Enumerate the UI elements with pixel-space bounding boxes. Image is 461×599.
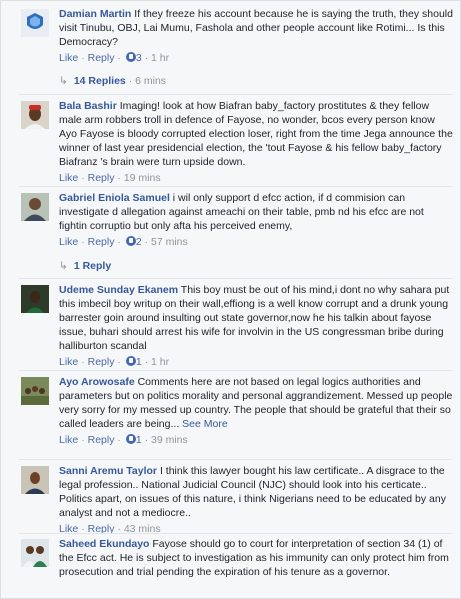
comments-panel: Damian Martin If they freeze his account…	[0, 0, 461, 599]
comment-body: Udeme Sunday Ekanem This boy must be out…	[59, 283, 453, 369]
author-link[interactable]: Sanni Aremu Taylor	[59, 465, 157, 477]
like-count[interactable]: 3	[136, 52, 142, 64]
like-link[interactable]: Like	[59, 356, 78, 368]
author-link[interactable]: Damian Martin	[59, 8, 131, 20]
comment-actions: Like · Reply · 1 · 39 mins	[59, 434, 188, 446]
reply-arrow-icon: ↳	[59, 260, 68, 272]
author-link[interactable]: Gabriel Eniola Samuel	[59, 192, 170, 204]
man-portrait-icon[interactable]	[21, 466, 49, 494]
comment-actions: Like · Reply · 19 mins	[59, 172, 161, 184]
author-link[interactable]: Ayo Arowosafe	[59, 376, 135, 388]
reply-arrow-icon: ↳	[59, 75, 68, 87]
divider	[19, 533, 452, 534]
like-link[interactable]: Like	[59, 236, 78, 248]
author-link[interactable]: Bala Bashir	[59, 100, 117, 112]
two-people-icon[interactable]	[21, 539, 49, 567]
like-count[interactable]: 2	[136, 236, 142, 248]
like-count[interactable]: 1	[136, 434, 142, 446]
reply-link[interactable]: Reply	[88, 172, 115, 184]
like-link[interactable]: Like	[59, 52, 78, 64]
divider	[19, 370, 452, 371]
divider	[19, 278, 452, 279]
replies-count[interactable]: 14 Replies	[74, 75, 126, 87]
comment-text: Imaging! look at how Biafran baby_factor…	[59, 100, 453, 168]
reply-link[interactable]: Reply	[88, 356, 115, 368]
man-red-cap-icon[interactable]	[21, 101, 49, 129]
portrait-icon[interactable]	[21, 193, 49, 221]
comment-body: Sanni Aremu Taylor I think this lawyer b…	[59, 464, 453, 536]
replies-count[interactable]: 1 Reply	[74, 260, 111, 272]
timestamp[interactable]: 57 mins	[151, 236, 188, 248]
divider	[19, 186, 452, 187]
comment-actions: Like · Reply · 2 · 57 mins	[59, 236, 188, 248]
like-icon	[125, 356, 136, 366]
timestamp[interactable]: 1 hr	[151, 52, 169, 64]
blue-shield-icon[interactable]	[21, 9, 49, 37]
comment-actions: Like · Reply · 43 mins	[59, 523, 161, 535]
crowd-photo-icon[interactable]	[21, 377, 49, 405]
reply-link[interactable]: Reply	[88, 52, 115, 64]
like-icon	[125, 52, 136, 62]
reply-link[interactable]: Reply	[88, 434, 115, 446]
comment-body: Bala Bashir Imaging! look at how Biafran…	[59, 99, 453, 185]
comment-actions: Like · Reply · 3 · 1 hr	[59, 52, 170, 64]
like-link[interactable]: Like	[59, 172, 78, 184]
like-count[interactable]: 1	[136, 356, 142, 368]
like-icon	[125, 236, 136, 246]
see-more-link[interactable]: See More	[182, 418, 228, 430]
timestamp[interactable]: 19 mins	[124, 172, 161, 184]
view-replies-link[interactable]: ↳ 1 Reply	[59, 259, 111, 273]
comment-actions: Like · Reply · 1 · 1 hr	[59, 356, 170, 368]
reply-link[interactable]: Reply	[88, 236, 115, 248]
like-link[interactable]: Like	[59, 434, 78, 446]
divider	[19, 459, 452, 460]
timestamp[interactable]: 1 hr	[151, 356, 169, 368]
author-link[interactable]: Saheed Ekundayo	[59, 538, 149, 550]
timestamp: 6 mins	[135, 75, 167, 87]
man-portrait-icon[interactable]	[21, 285, 49, 313]
view-replies-link[interactable]: ↳ 14 Replies · 6 mins	[59, 74, 166, 88]
comment-body: Saheed Ekundayo Fayose should go to cour…	[59, 537, 453, 579]
comment-body: Damian Martin If they freeze his account…	[59, 7, 453, 65]
comment-body: Gabriel Eniola Samuel i wil only support…	[59, 191, 453, 249]
comment-body: Ayo Arowosafe Comments here are not base…	[59, 375, 453, 447]
like-icon	[125, 434, 136, 444]
timestamp[interactable]: 39 mins	[151, 434, 188, 446]
author-link[interactable]: Udeme Sunday Ekanem	[59, 284, 178, 296]
divider	[19, 94, 452, 95]
